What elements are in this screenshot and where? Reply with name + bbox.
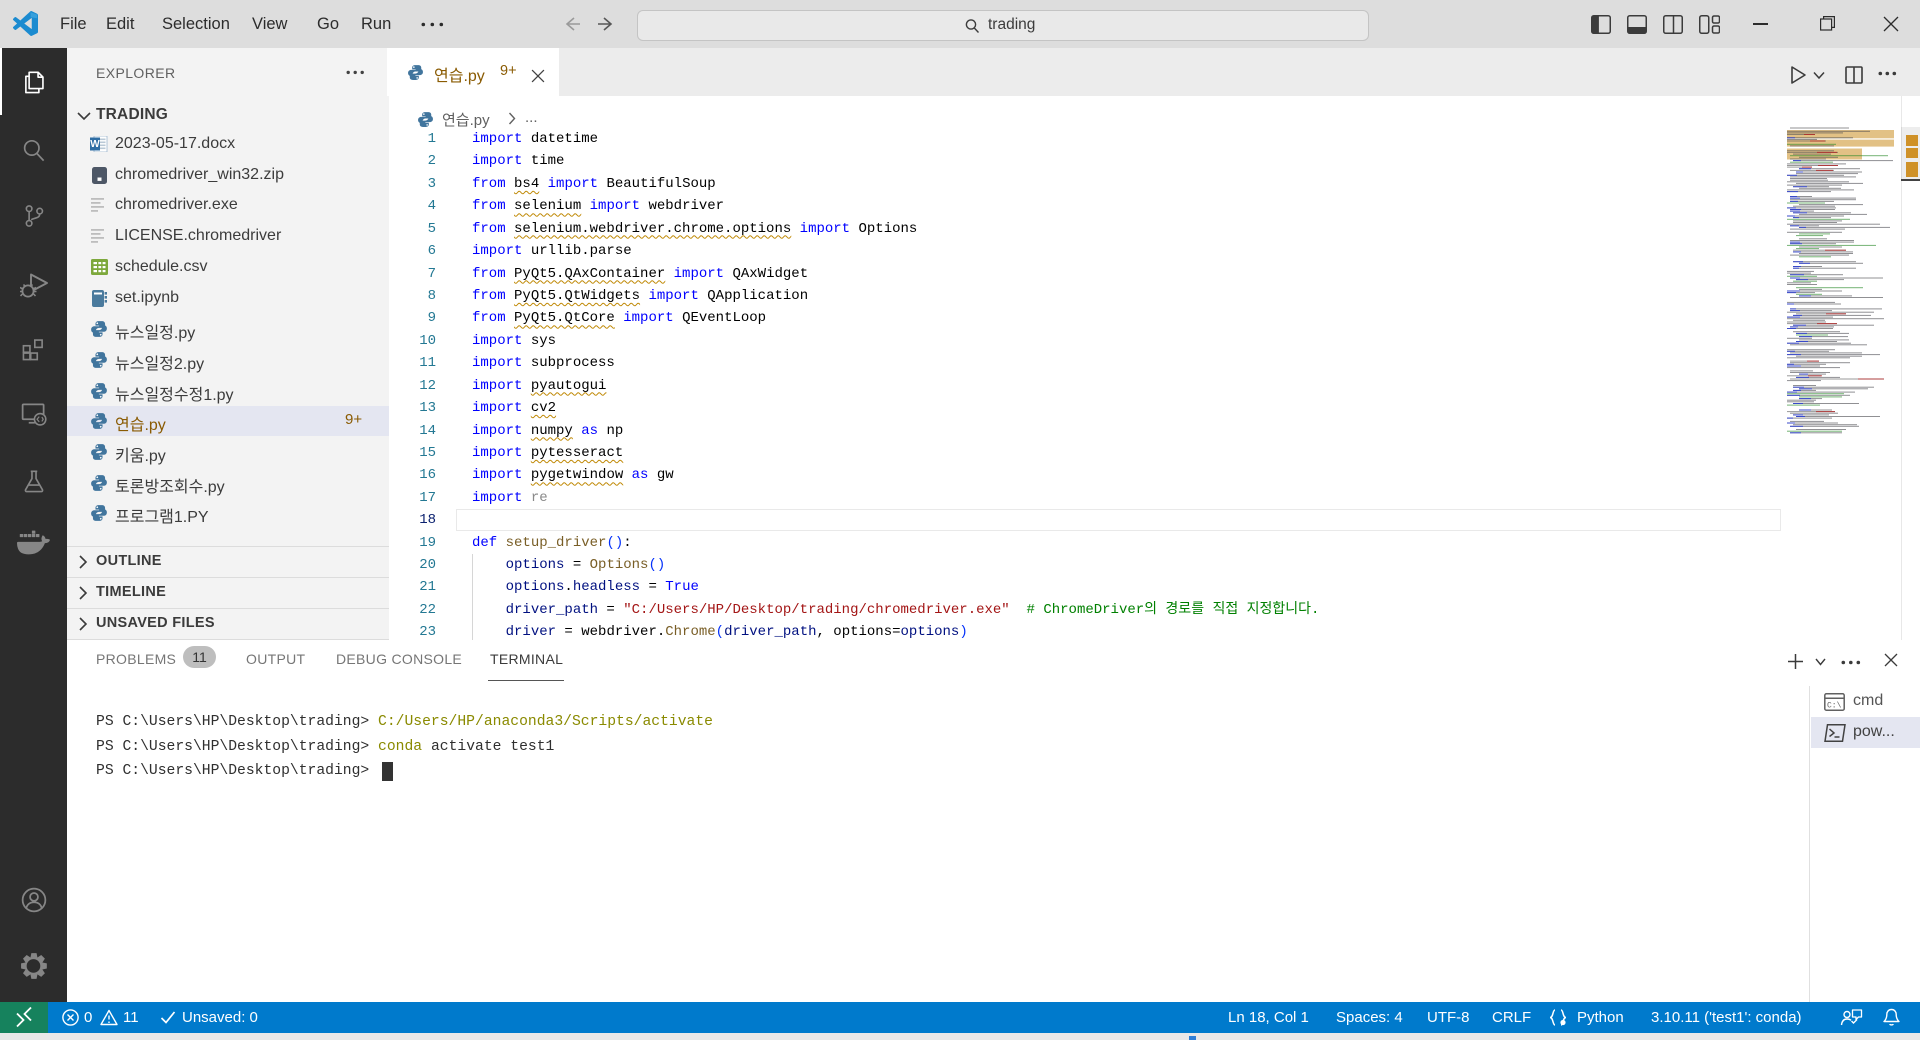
svg-text:C:\: C:\ [1827, 702, 1842, 711]
svg-text:W: W [90, 139, 100, 150]
